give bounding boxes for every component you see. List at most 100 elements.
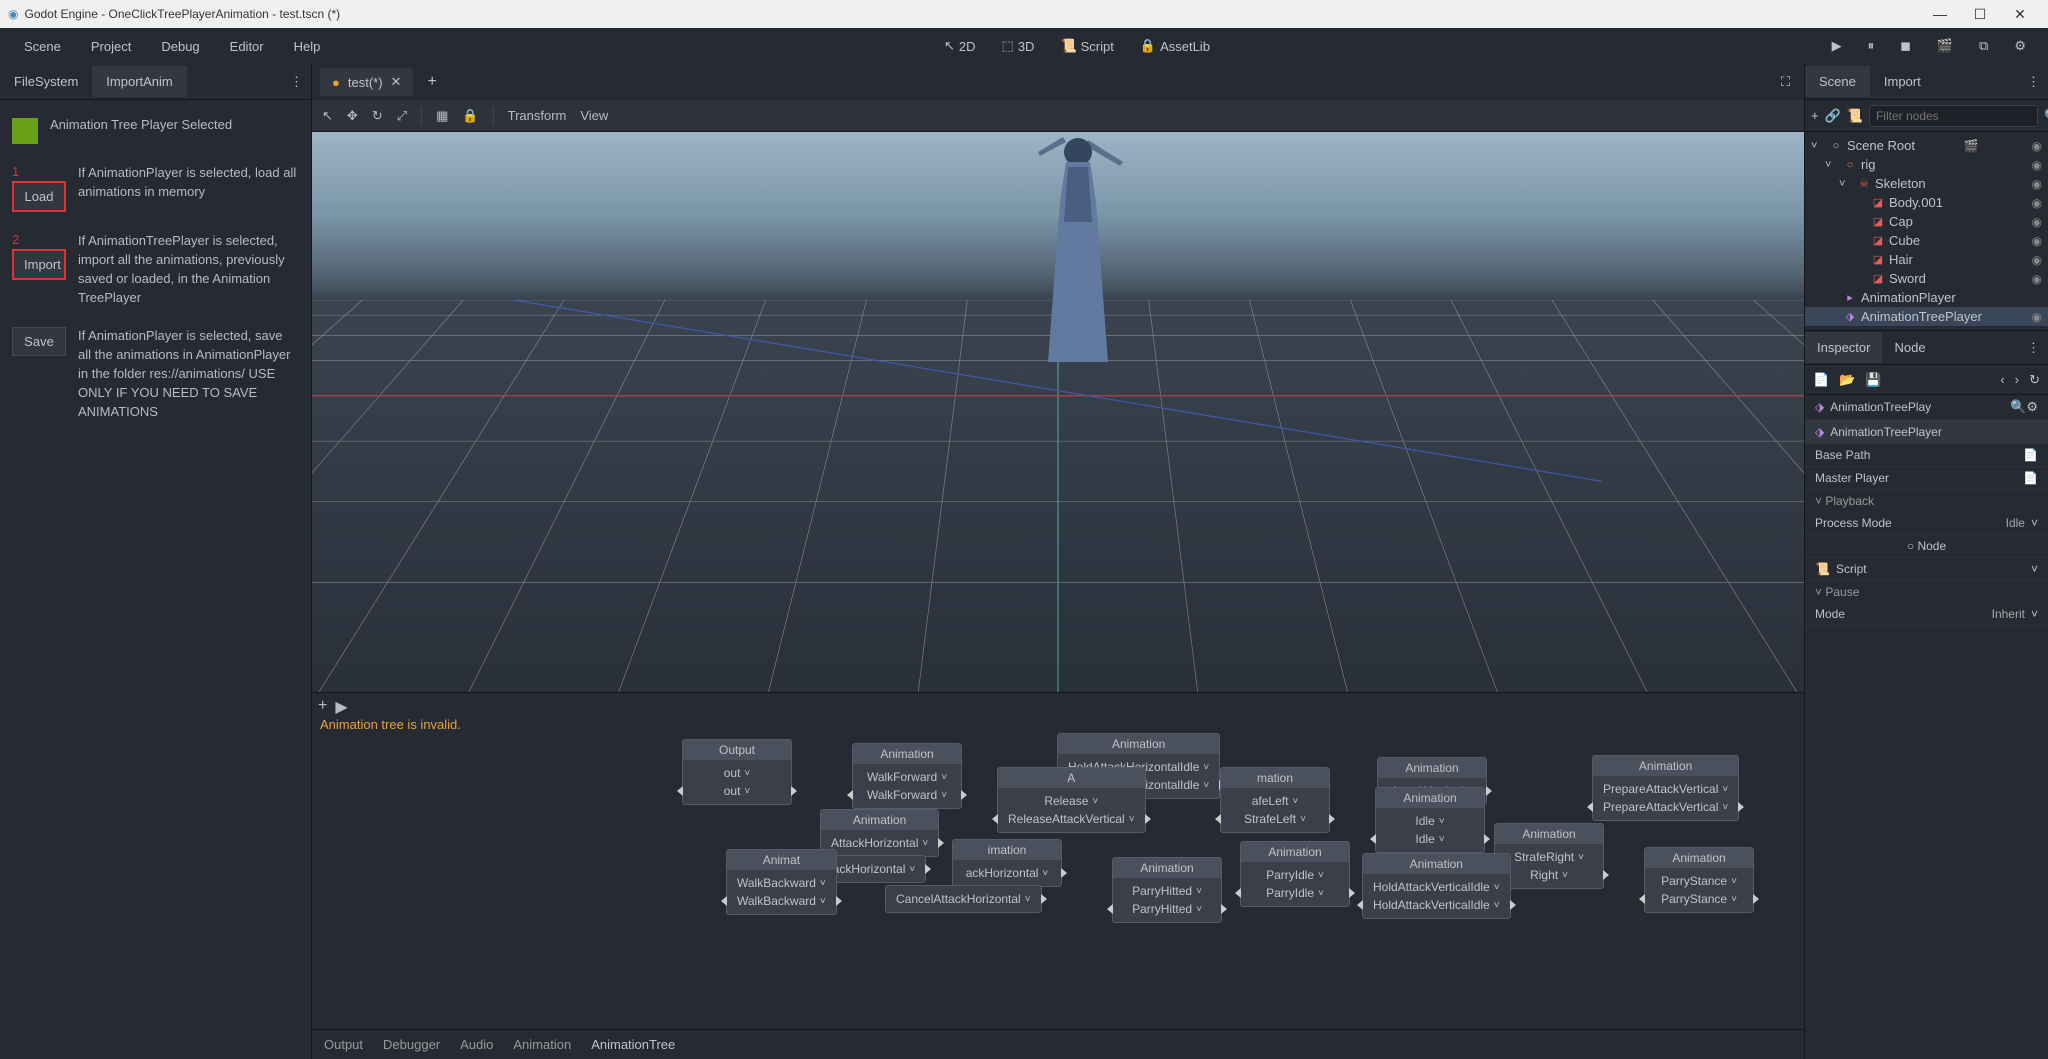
property-section[interactable]: ˅ Playback <box>1805 490 2048 512</box>
graph-node[interactable]: Outputout˅out˅ <box>682 739 792 805</box>
graph-node[interactable]: AnimationParryIdle˅ParryIdle˅ <box>1240 841 1350 907</box>
tree-item[interactable]: ˅○Scene Root🎬◉ <box>1805 136 2048 155</box>
viewport-3d[interactable] <box>312 132 1804 692</box>
snap-icon[interactable]: 🔒 <box>462 108 478 124</box>
tab-import[interactable]: Import <box>1870 66 1935 97</box>
save-resource-icon[interactable]: 💾 <box>1865 372 1881 388</box>
graph-node[interactable]: AnimationAttackHorizontal˅ <box>820 809 939 857</box>
tree-item[interactable]: ◪Cap◉ <box>1805 212 2048 231</box>
menu-help[interactable]: Help <box>282 33 333 60</box>
object-search-icon[interactable]: 🔍 <box>2010 399 2026 415</box>
tab-node[interactable]: Node <box>1882 332 1937 363</box>
visibility-icon[interactable]: ◉ <box>2032 177 2042 191</box>
menu-project[interactable]: Project <box>79 33 143 60</box>
property-row[interactable]: Base Path📄 <box>1805 444 2048 467</box>
tree-item[interactable]: ◪Body.001◉ <box>1805 193 2048 212</box>
workspace-2d[interactable]: ↖ 2D <box>934 32 986 60</box>
stop-button[interactable]: ◼ <box>1890 32 1921 60</box>
close-button[interactable]: ✕ <box>2000 6 2040 23</box>
import-button[interactable]: Import <box>12 249 66 280</box>
chevron-down-icon[interactable]: ˅ <box>2031 516 2038 530</box>
visibility-icon[interactable]: ◉ <box>2032 253 2042 267</box>
play-button[interactable]: ▶ <box>1822 32 1852 60</box>
play-icon[interactable]: 🎬 <box>1964 139 1979 153</box>
menu-debug[interactable]: Debug <box>149 33 211 60</box>
workspace-script[interactable]: 📜 Script <box>1050 32 1123 60</box>
scene-tab[interactable]: ● test(*) ✕ <box>320 68 413 96</box>
menu-scene[interactable]: Scene <box>12 33 73 60</box>
view-menu[interactable]: View <box>580 108 608 123</box>
play-custom-button[interactable]: ⧉ <box>1969 32 1998 60</box>
tab-debugger[interactable]: Debugger <box>383 1037 440 1052</box>
save-button[interactable]: Save <box>12 327 66 356</box>
tab-importanim[interactable]: ImportAnim <box>92 66 186 97</box>
chevron-down-icon[interactable]: ˅ <box>2031 607 2038 621</box>
visibility-icon[interactable]: ◉ <box>2032 310 2042 324</box>
rotate-tool-icon[interactable]: ↻ <box>372 108 383 124</box>
visibility-icon[interactable]: ◉ <box>2032 139 2042 153</box>
tab-audio[interactable]: Audio <box>460 1037 493 1052</box>
refresh-icon[interactable]: ↻ <box>2029 372 2040 388</box>
distraction-free-icon[interactable]: ⛶ <box>1781 74 1790 90</box>
search-icon[interactable]: 🔍 <box>2044 108 2048 124</box>
instance-icon[interactable]: 🔗 <box>1825 108 1841 124</box>
tree-item[interactable]: ˅○rig◉ <box>1805 155 2048 174</box>
menu-editor[interactable]: Editor <box>218 33 276 60</box>
pause-button[interactable]: ⏸ <box>1858 32 1885 60</box>
select-tool-icon[interactable]: ↖ <box>322 108 333 124</box>
graph-node[interactable]: AnimationParryHitted˅ParryHitted˅ <box>1112 857 1222 923</box>
graph-node[interactable]: AnimationPrepareAttackVertical˅PrepareAt… <box>1592 755 1739 821</box>
tab-animation[interactable]: Animation <box>513 1037 571 1052</box>
visibility-icon[interactable]: ◉ <box>2032 215 2042 229</box>
graph-node[interactable]: AnimationParryStance˅ParryStance˅ <box>1644 847 1754 913</box>
property-row[interactable]: 📜Script˅ <box>1805 558 2048 581</box>
graph-node[interactable]: AnimationHoldAttackVerticalIdle˅HoldAtta… <box>1362 853 1511 919</box>
graph-node[interactable]: AnimationIdle˅Idle˅ <box>1375 787 1485 853</box>
property-row[interactable]: ModeInherit˅ <box>1805 603 2048 626</box>
new-resource-icon[interactable]: 📄 <box>1813 372 1829 388</box>
resource-icon[interactable]: 📄 <box>2023 471 2038 485</box>
add-node-button[interactable]: + <box>318 697 327 717</box>
graph-node[interactable]: imationackHorizontal˅ <box>952 839 1062 887</box>
visibility-icon[interactable]: ◉ <box>2032 234 2042 248</box>
tree-item[interactable]: ◪Sword◉ <box>1805 269 2048 288</box>
tab-animationtree[interactable]: AnimationTree <box>591 1037 675 1052</box>
property-row[interactable]: Master Player📄 <box>1805 467 2048 490</box>
tree-item[interactable]: ◪Cube◉ <box>1805 231 2048 250</box>
inspector-options[interactable]: ⋮ <box>2027 340 2040 356</box>
tab-filesystem[interactable]: FileSystem <box>0 66 92 97</box>
close-scene-icon[interactable]: ✕ <box>391 74 402 90</box>
visibility-icon[interactable]: ◉ <box>2032 196 2042 210</box>
tab-scene[interactable]: Scene <box>1805 66 1870 97</box>
object-options-icon[interactable]: ⚙ <box>2026 399 2038 415</box>
local-space-icon[interactable]: ▦ <box>436 108 448 124</box>
resource-icon[interactable]: 📄 <box>2023 448 2038 462</box>
transform-menu[interactable]: Transform <box>508 108 567 123</box>
tree-item[interactable]: ⬗AnimationTreePlayer◉ <box>1805 307 2048 326</box>
minimize-button[interactable]: — <box>1920 6 1960 22</box>
graph-node[interactable]: AnimatWalkBackward˅WalkBackward˅ <box>726 849 837 915</box>
property-section[interactable]: ˅ Pause <box>1805 581 2048 603</box>
play-tree-button[interactable]: ▶ <box>335 697 347 717</box>
property-row[interactable]: Process ModeIdle˅ <box>1805 512 2048 535</box>
graph-node[interactable]: ARelease˅ReleaseAttackVertical˅ <box>997 767 1146 833</box>
expand-icon[interactable]: ˅ <box>1825 159 1839 171</box>
filter-nodes-input[interactable] <box>1869 105 2038 127</box>
expand-icon[interactable]: ˅ <box>1839 178 1853 190</box>
open-resource-icon[interactable]: 📂 <box>1839 372 1855 388</box>
move-tool-icon[interactable]: ✥ <box>347 108 358 124</box>
load-button[interactable]: Load <box>12 181 66 212</box>
expand-icon[interactable]: ˅ <box>1811 140 1825 152</box>
visibility-icon[interactable]: ◉ <box>2032 272 2042 286</box>
animation-tree-graph[interactable]: + ▶ Animation tree is invalid. Outputout… <box>312 692 1804 1029</box>
history-fwd-icon[interactable]: › <box>2015 372 2019 387</box>
scale-tool-icon[interactable]: ⤢ <box>397 108 407 124</box>
tree-item[interactable]: ▸AnimationPlayer <box>1805 288 2048 307</box>
scene-dock-options[interactable]: ⋮ <box>2027 74 2040 90</box>
tree-item[interactable]: ◪Hair◉ <box>1805 250 2048 269</box>
dock-options-icon[interactable]: ⋮ <box>290 74 303 90</box>
history-back-icon[interactable]: ‹ <box>2000 372 2004 387</box>
add-scene-button[interactable]: + <box>419 69 444 95</box>
chevron-down-icon[interactable]: ˅ <box>2031 562 2038 576</box>
tab-output[interactable]: Output <box>324 1037 363 1052</box>
